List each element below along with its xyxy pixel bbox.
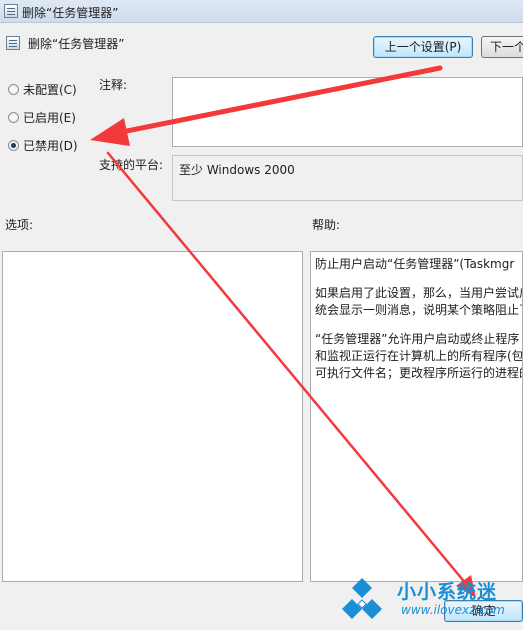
help-paragraph-3-line-3: 可执行文件名；更改程序所运行的进程的 — [315, 366, 523, 380]
help-paragraph-3-line-2: 和监视正运行在计算机上的所有程序(包 — [315, 349, 523, 363]
supported-on-value: 至少 Windows 2000 — [179, 163, 295, 177]
help-paragraph-2-line-2: 统会显示一则消息，说明某个策略阻止了 — [315, 303, 523, 317]
policy-setting-icon — [6, 36, 20, 50]
help-paragraph-2-line-1: 如果启用了此设置，那么，当用户尝试启 — [315, 286, 523, 300]
help-label: 帮助: — [312, 218, 341, 232]
window-title: 删除“任务管理器” — [22, 6, 119, 20]
supported-on-label: 支持的平台: — [99, 158, 164, 172]
title-bar: 删除“任务管理器” — [0, 0, 523, 23]
radio-disabled-label: 已禁用(D) — [23, 139, 78, 153]
radio-disabled-indicator[interactable] — [8, 140, 19, 151]
radio-enabled[interactable]: 已启用(E) — [8, 109, 76, 126]
radio-not-configured[interactable]: 未配置(C) — [8, 81, 77, 98]
watermark: 小小系统迷 www.ilovexz.com — [335, 572, 523, 630]
options-panel — [2, 251, 303, 582]
comment-textarea[interactable] — [172, 77, 523, 147]
watermark-name: 小小系统迷 — [397, 581, 498, 603]
watermark-url: www.ilovexz.com — [401, 603, 505, 617]
help-paragraph-1: 防止用户启动“任务管理器”(Taskmgr — [315, 257, 515, 271]
radio-not-configured-label: 未配置(C) — [23, 83, 77, 97]
comment-label: 注释: — [99, 78, 128, 92]
radio-disabled[interactable]: 已禁用(D) — [8, 137, 78, 154]
previous-setting-button[interactable]: 上一个设置(P) — [373, 36, 473, 58]
supported-on-field: 至少 Windows 2000 — [172, 155, 523, 201]
policy-title: 删除“任务管理器” — [28, 37, 125, 51]
annotation-arrowhead-disabled — [90, 118, 130, 146]
options-label: 选项: — [5, 218, 34, 232]
radio-enabled-label: 已启用(E) — [23, 111, 76, 125]
group-policy-icon — [4, 4, 18, 18]
radio-not-configured-indicator[interactable] — [8, 84, 19, 95]
next-setting-button[interactable]: 下一个 — [481, 36, 523, 58]
watermark-logo-icon — [342, 578, 382, 619]
radio-enabled-indicator[interactable] — [8, 112, 19, 123]
help-panel: 防止用户启动“任务管理器”(Taskmgr 如果启用了此设置，那么，当用户尝试启… — [310, 251, 523, 582]
help-paragraph-3-line-1: “任务管理器”允许用户启动或终止程序 — [315, 332, 520, 346]
